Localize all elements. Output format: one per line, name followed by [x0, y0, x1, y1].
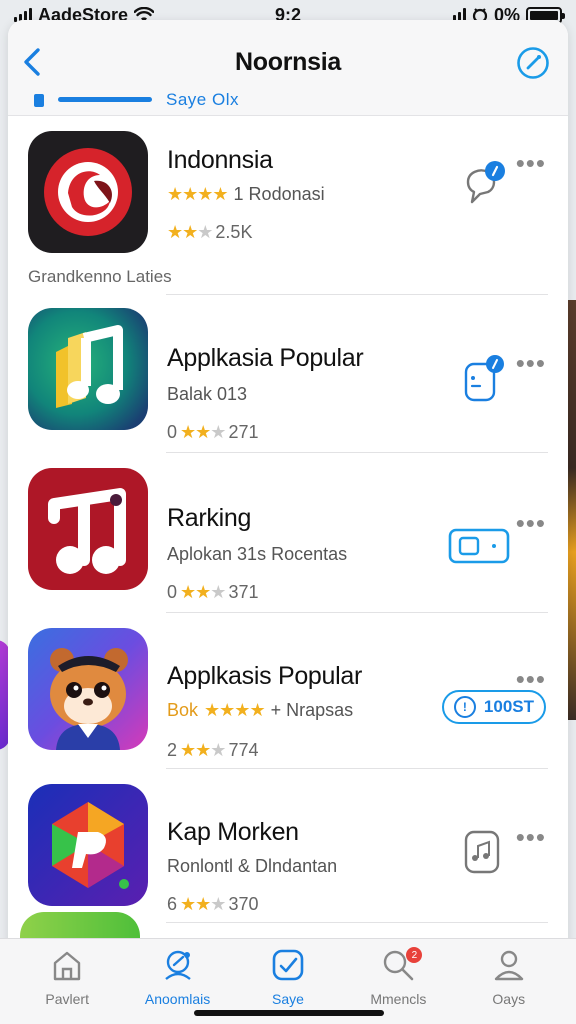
row-divider: [166, 294, 548, 295]
subtitle-text: 1 Rodonasi: [233, 184, 325, 204]
app-rating: 0 ★★★ 371: [167, 582, 258, 603]
rating-count: 774: [228, 740, 259, 760]
get-button-label: 100ST: [483, 697, 534, 716]
home-indicator[interactable]: [194, 1010, 384, 1016]
app-name: Indonnsia: [167, 146, 273, 174]
tab-badge: 2: [406, 947, 423, 963]
app-rating: ★★★ 2.5K: [167, 222, 252, 243]
app-icon-applkasia-popular[interactable]: [28, 308, 148, 430]
app-row-3[interactable]: Rarking Aplokan 31s Rocentas 0 ★★★ 371 •…: [8, 462, 568, 622]
app-subtitle: ★★★★ 1 Rodonasi: [167, 184, 325, 205]
app-rating: 6 ★★★ 370: [167, 894, 258, 915]
subtitle-prefix: Bok: [167, 700, 199, 720]
nav-header: Noornsia Saye Olx: [8, 20, 568, 116]
subtitle-stars: ★★★★: [204, 700, 266, 720]
row-divider: [166, 452, 548, 453]
more-button[interactable]: •••: [516, 150, 546, 176]
subtitle-text: Ronlontl & Dlndantan: [167, 856, 338, 876]
music-note-icon[interactable]: [462, 828, 502, 876]
rating-prefix: 2: [167, 740, 178, 760]
app-name: Applkasis Popular: [167, 662, 363, 690]
tab-label: Pavlert: [45, 991, 89, 1007]
app-icon-applkasis-popular[interactable]: [28, 628, 148, 750]
home-icon: [53, 951, 81, 981]
check-box-icon: [272, 949, 304, 981]
tab-pavlert[interactable]: Pavlert: [17, 939, 117, 1024]
page-title: Noornsia: [235, 48, 341, 76]
compass-icon[interactable]: [516, 46, 550, 80]
rating-stars: ★★★: [180, 740, 226, 760]
rating-stars: ★★★: [180, 894, 226, 914]
subtitle-text: Aplokan 31s Rocentas: [167, 544, 348, 564]
tab-label: Mmencls: [370, 991, 427, 1007]
more-button[interactable]: •••: [516, 350, 546, 376]
rating-count: 371: [228, 582, 259, 602]
app-name: Rarking: [167, 504, 252, 532]
rating-stars: ★★★: [180, 582, 226, 602]
tab-oays[interactable]: Oays: [459, 939, 559, 1024]
app-subtitle: Aplokan 31s Rocentas: [167, 544, 347, 565]
rating-prefix: 0: [167, 422, 178, 442]
app-subtitle: Bok ★★★★ + Nrapsas: [167, 700, 353, 721]
rating-count: 370: [228, 894, 259, 914]
person-icon: [494, 950, 523, 981]
main-card: Noornsia Saye Olx Indonnsia ★★★★ 1 Rodon…: [8, 20, 568, 1024]
app-row-1[interactable]: Indonnsia ★★★★ 1 Rodonasi ★★★ 2.5K •••: [8, 128, 568, 288]
get-button[interactable]: ! 100ST: [441, 690, 546, 724]
rating-stars: ★★★: [180, 422, 226, 442]
rating-count: 271: [228, 422, 259, 442]
row-divider: [166, 612, 548, 613]
subtitle-stars: ★★★★: [167, 184, 229, 204]
ticket-icon[interactable]: [446, 524, 512, 568]
app-rating: 0 ★★★ 271: [167, 422, 258, 443]
subtitle-text: Balak 013: [167, 384, 248, 404]
row-divider: [166, 768, 548, 769]
app-name: Applkasia Popular: [167, 344, 364, 372]
tab-label: Anoomlais: [144, 991, 211, 1007]
more-button[interactable]: •••: [516, 666, 546, 692]
app-subtitle: Balak 013: [167, 384, 247, 405]
rating-prefix: 0: [167, 582, 178, 602]
more-button[interactable]: •••: [516, 510, 546, 536]
compass-person-icon: [164, 950, 191, 980]
row-divider: [166, 922, 548, 923]
segment-indicator-dot[interactable]: [34, 94, 44, 107]
chat-badge-icon[interactable]: [458, 160, 508, 210]
app-row-2[interactable]: Applkasia Popular Balak 013 0 ★★★ 271 ••…: [8, 302, 568, 462]
app-name: Kap Morken: [167, 818, 299, 846]
section-caption: Grandkenno Laties: [28, 267, 172, 286]
app-icon-rarking[interactable]: [28, 468, 148, 590]
more-button[interactable]: •••: [516, 824, 546, 850]
tab-label: Oays: [492, 991, 526, 1007]
app-subtitle: Ronlontl & Dlndantan: [167, 856, 337, 877]
app-rating: 2 ★★★ 774: [167, 740, 258, 761]
info-circle-icon: !: [453, 696, 476, 718]
rating-prefix: 6: [167, 894, 178, 914]
subtitle-text: + Nrapsas: [270, 700, 354, 720]
segment-label[interactable]: Saye Olx: [166, 90, 239, 110]
rating-stars: ★★★: [167, 222, 213, 242]
app-row-4[interactable]: Applkasis Popular Bok ★★★★ + Nrapsas 2 ★★…: [8, 620, 568, 780]
tab-label: Saye: [272, 991, 304, 1007]
app-icon-indonnsia[interactable]: [28, 131, 148, 253]
app-icon-kap-morken[interactable]: [28, 784, 148, 906]
rating-count: 2.5K: [215, 222, 253, 242]
device-badge-icon[interactable]: [458, 354, 508, 404]
segment-indicator-bar[interactable]: [58, 97, 152, 102]
